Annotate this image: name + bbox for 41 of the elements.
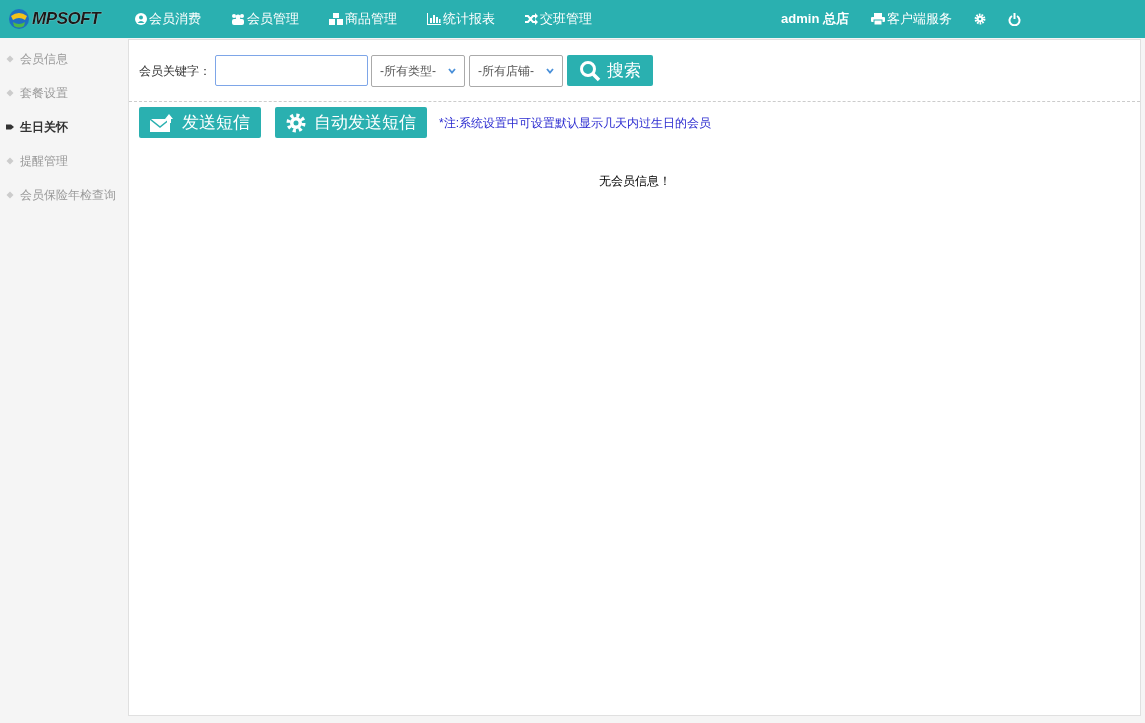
user-label: admin 总店 <box>781 10 849 29</box>
sidebar-item[interactable]: 会员保险年检查询 <box>0 178 128 212</box>
keyword-input[interactable] <box>215 55 368 86</box>
chevron-down-icon <box>546 67 554 74</box>
search-icon <box>579 59 601 82</box>
bar-chart-icon <box>427 13 442 25</box>
search-button[interactable]: 搜索 <box>567 55 653 86</box>
diamond-icon <box>6 157 14 165</box>
logo-text: MPSOFT <box>32 8 101 31</box>
send-sms-button[interactable]: 发送短信 <box>139 107 261 138</box>
power-icon[interactable] <box>1008 12 1021 26</box>
diamond-icon <box>6 191 14 199</box>
sidebar-item[interactable]: 生日关怀 <box>0 110 128 144</box>
printer-icon <box>871 13 885 25</box>
shuffle-icon <box>525 13 539 25</box>
sidebar-item[interactable]: 套餐设置 <box>0 76 128 110</box>
nav-link[interactable]: 统计报表 <box>427 9 496 29</box>
select-field[interactable]: -所有店铺- <box>469 54 563 87</box>
pointer-icon <box>6 123 14 131</box>
select-field[interactable]: -所有类型- <box>371 54 465 87</box>
cubes-icon <box>329 13 344 25</box>
settings-icon[interactable] <box>974 13 986 25</box>
birthday-note: *注:系统设置中可设置默认显示几天内过生日的会员 <box>439 114 711 132</box>
globe-logo-icon <box>8 8 30 30</box>
nav-link[interactable]: 会员管理 <box>231 9 300 29</box>
client-service-link[interactable]: 客户端服务 <box>871 9 952 29</box>
nav-link[interactable]: 交班管理 <box>525 9 593 29</box>
chevron-down-icon <box>448 67 456 74</box>
user-icon <box>135 13 148 25</box>
envelope-icon <box>150 113 174 132</box>
sidebar-item[interactable]: 提醒管理 <box>0 144 128 178</box>
diamond-icon <box>6 89 14 97</box>
empty-message: 无会员信息！ <box>598 173 671 190</box>
users-icon <box>231 13 246 25</box>
nav-link[interactable]: 会员消费 <box>135 9 202 29</box>
gear-icon <box>286 112 306 133</box>
keyword-label: 会员关键字： <box>139 62 211 80</box>
diamond-icon <box>6 55 14 63</box>
sidebar-item[interactable]: 会员信息 <box>0 42 128 76</box>
nav-link[interactable]: 商品管理 <box>329 9 398 29</box>
auto-send-sms-button[interactable]: 自动发送短信 <box>275 107 427 138</box>
